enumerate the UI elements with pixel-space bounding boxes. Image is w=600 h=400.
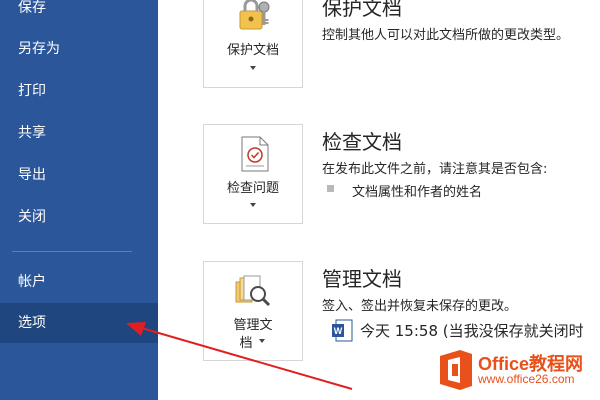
backstage-sidebar: 保存 另存为 打印 共享 导出 关闭 帐户 选项 [0, 0, 158, 400]
protect-document-button[interactable]: 保护文档 [203, 0, 303, 88]
watermark-url: www.office26.com [478, 372, 575, 386]
bullet-icon [327, 185, 334, 192]
protect-section-title: 保护文档 [322, 0, 402, 20]
inspect-bullet-item: 文档属性和作者的姓名 [352, 185, 483, 200]
sidebar-item-print[interactable]: 打印 [0, 71, 158, 111]
sidebar-item-options[interactable]: 选项 [0, 303, 158, 343]
lock-key-icon [236, 0, 272, 37]
sidebar-item-save[interactable]: 保存 [0, 0, 158, 28]
manage-section-description: 签入、签出并恢复未保存的更改。 [322, 299, 518, 314]
sidebar-divider [12, 251, 132, 252]
inspect-document-button[interactable]: 检查问题 [203, 124, 303, 224]
manage-document-button[interactable]: 管理文 档 [203, 261, 303, 361]
inspect-section-title: 检查文档 [322, 130, 402, 154]
manage-document-label: 管理文 [233, 318, 273, 333]
chevron-down-icon [250, 203, 256, 207]
word-document-icon: W [331, 319, 353, 347]
protect-document-label: 保护文档 [226, 43, 279, 58]
protect-section-description: 控制其他人可以对此文档所做的更改类型。 [322, 28, 570, 43]
chevron-down-icon [250, 66, 256, 70]
sidebar-item-share[interactable]: 共享 [0, 113, 158, 153]
chevron-down-icon [259, 339, 265, 343]
inspect-document-icon [236, 135, 272, 177]
inspect-section-description: 在发布此文件之前，请注意其是否包含: [322, 162, 548, 177]
sidebar-item-account[interactable]: 帐户 [0, 262, 158, 302]
manage-document-icon [234, 274, 274, 314]
unsaved-version-item[interactable]: 今天 15:58 (当我没保存就关闭时 [360, 320, 584, 341]
manage-document-label-line2: 档 [239, 336, 253, 351]
inspect-document-label: 检查问题 [226, 181, 279, 196]
sidebar-item-save-as[interactable]: 另存为 [0, 29, 158, 69]
svg-text:W: W [334, 326, 343, 336]
manage-section-title: 管理文档 [322, 267, 402, 291]
sidebar-item-export[interactable]: 导出 [0, 155, 158, 195]
sidebar-item-close[interactable]: 关闭 [0, 197, 158, 237]
